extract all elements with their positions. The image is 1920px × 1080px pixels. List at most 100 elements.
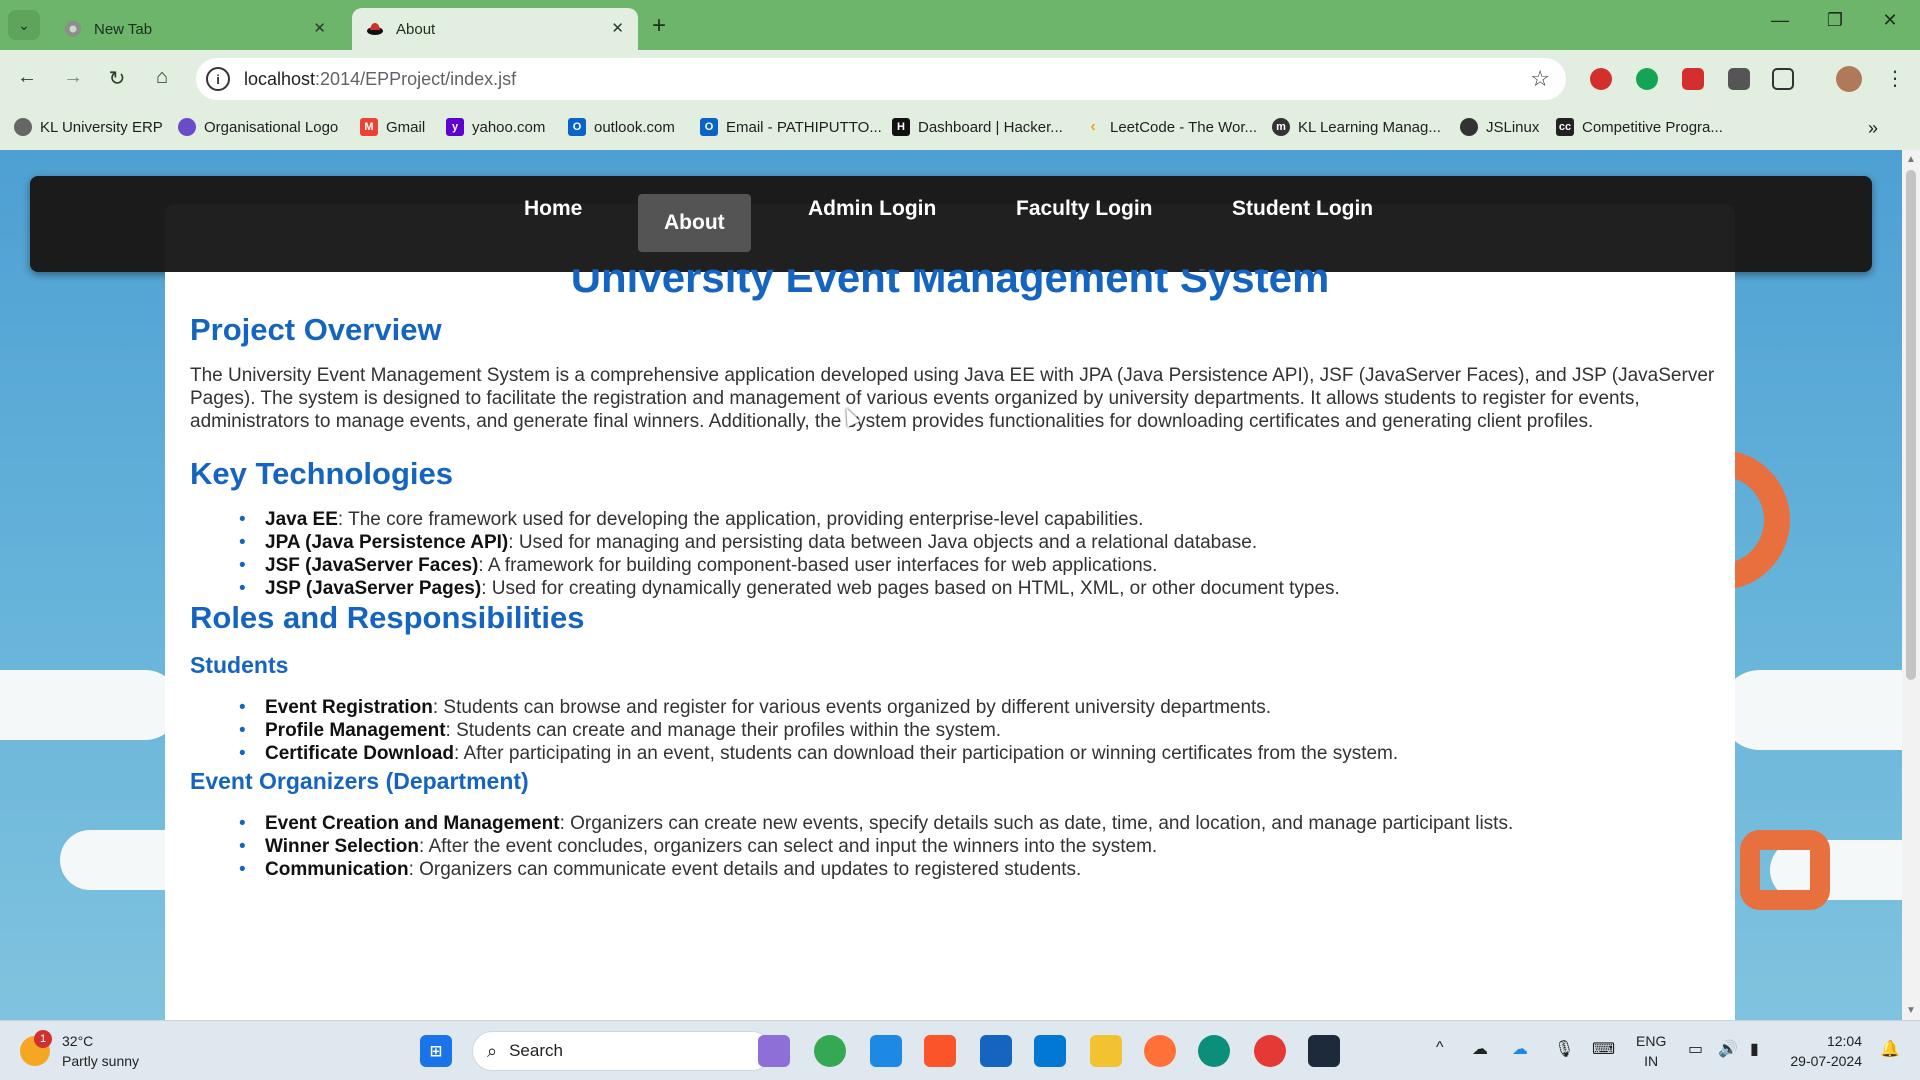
tab-title: New Tab [94, 20, 153, 38]
windows-start-icon[interactable]: ⊞ [420, 1035, 452, 1067]
tab-new-tab[interactable]: New Tab ✕ [50, 8, 340, 50]
terminal-icon[interactable] [1308, 1035, 1340, 1067]
microphone-icon[interactable]: 🎙 [1554, 1039, 1574, 1059]
search-icon: ⌕ [487, 1040, 498, 1061]
chrome-icon [65, 21, 81, 37]
clock[interactable]: 12:04 29-07-2024 [1790, 1031, 1862, 1071]
restore-icon[interactable]: ❐ [1815, 10, 1855, 31]
onedrive-icon[interactable]: ☁ [1472, 1039, 1488, 1059]
bookmark-label: yahoo.com [472, 118, 546, 136]
leetcode-icon: ‹ [1090, 118, 1096, 135]
list-item-term: Event Creation and Management [265, 813, 560, 834]
minimize-icon[interactable]: — [1760, 10, 1800, 31]
list-item-desc: : Used for creating dynamically generate… [481, 578, 1340, 599]
app-icon[interactable] [1254, 1035, 1286, 1067]
gmail-extension-icon[interactable] [1590, 68, 1612, 90]
firefox-icon[interactable] [1144, 1035, 1176, 1067]
students-heading: Students [190, 652, 289, 678]
list-item-term: Winner Selection [265, 836, 419, 857]
extensions-puzzle-icon[interactable] [1772, 68, 1794, 90]
bookmark-item[interactable]: y yahoo.com [446, 118, 545, 136]
bookmark-item[interactable]: JSLinux [1460, 118, 1539, 136]
close-tab-icon[interactable]: ✕ [611, 19, 624, 37]
keyboard-icon[interactable]: ⌨ [1592, 1039, 1615, 1059]
tab-strip: ⌄ New Tab ✕ About ✕ + — ❐ ✕ [0, 0, 1920, 50]
copilot-icon[interactable] [758, 1035, 790, 1067]
forward-icon[interactable]: → [58, 66, 88, 89]
nav-student-login[interactable]: Student Login [1206, 180, 1399, 238]
site-info-icon[interactable]: i [206, 67, 230, 91]
address-bar[interactable]: i localhost:2014/EPProject/index.jsf ☆ [196, 58, 1566, 100]
bookmark-item[interactable]: Ooutlook.com [568, 118, 675, 136]
bookmark-label: KL Learning Manag... [1298, 118, 1441, 136]
scrollbar-thumb[interactable] [1906, 170, 1916, 680]
bookmark-item[interactable]: M Gmail [360, 118, 425, 136]
menu-dots-icon[interactable]: ⋮ [1880, 66, 1910, 91]
tab-search-button[interactable]: ⌄ [8, 10, 40, 40]
bookmark-label: Email - PATHIPUTTO... [726, 118, 882, 136]
list-item-desc: : The core framework used for developing… [337, 509, 1144, 530]
extension-off-icon[interactable] [1728, 68, 1750, 90]
weather-widget[interactable]: 1 32°C Partly sunny [20, 1030, 139, 1071]
nav-faculty-login[interactable]: Faculty Login [990, 180, 1179, 238]
clock-date: 29-07-2024 [1790, 1053, 1862, 1069]
pdf-extension-icon[interactable] [1682, 68, 1704, 90]
bookmark-item[interactable]: KL University ERP [14, 118, 163, 136]
bookmark-item[interactable]: ‹ LeetCode - The Wor... [1084, 118, 1257, 136]
url-path: :2014/EPProject/index.jsf [315, 68, 517, 89]
bookmarks-bar: KL University ERP Organisational Logo MG… [0, 108, 1920, 150]
nav-home[interactable]: Home [498, 180, 608, 238]
list-item: Event Creation and Management: Organizer… [235, 812, 1715, 835]
bookmark-item[interactable]: H Dashboard | Hacker... [892, 118, 1063, 136]
browser-taskbar-icon[interactable] [870, 1035, 902, 1067]
list-item: Communication: Organizers can communicat… [235, 858, 1715, 881]
clock-time: 12:04 [1826, 1033, 1862, 1049]
bookmark-item[interactable]: O Email - PATHIPUTTO... [700, 118, 882, 136]
edge-icon[interactable] [1198, 1035, 1230, 1067]
bookmark-label: KL University ERP [40, 118, 163, 136]
list-item-term: JSF (JavaServer Faces) [265, 555, 479, 576]
language-code: ENG [1636, 1033, 1667, 1049]
scroll-down-icon[interactable]: ▼ [1906, 1005, 1916, 1016]
outlook-icon: O [568, 118, 586, 136]
store-icon[interactable] [980, 1035, 1012, 1067]
home-icon[interactable]: ⌂ [147, 66, 177, 89]
tab-title: About [396, 20, 436, 38]
organizers-list: Event Creation and Management: Organizer… [235, 812, 1715, 881]
page-scrollbar[interactable]: ▲ ▼ [1902, 150, 1920, 1020]
notification-bell-icon[interactable]: 🔔 [1880, 1039, 1900, 1059]
bookmark-item[interactable]: Organisational Logo [178, 118, 338, 136]
tab-about[interactable]: About ✕ [352, 8, 638, 50]
cloud-icon[interactable]: ☁ [1512, 1039, 1528, 1059]
cloud-decoration [1720, 670, 1902, 750]
vscode-icon[interactable] [1034, 1035, 1066, 1067]
taskbar-search[interactable]: ⌕ Search [472, 1031, 772, 1071]
file-explorer-icon[interactable] [1090, 1035, 1122, 1067]
close-tab-icon[interactable]: ✕ [313, 19, 326, 37]
new-tab-button[interactable]: + [652, 12, 666, 40]
brave-icon[interactable] [924, 1035, 956, 1067]
bookmark-star-icon[interactable]: ☆ [1530, 66, 1550, 92]
region-code: IN [1644, 1053, 1659, 1069]
reload-icon[interactable]: ↻ [102, 66, 132, 91]
grammarly-extension-icon[interactable] [1636, 68, 1658, 90]
bookmark-item[interactable]: m KL Learning Manag... [1272, 118, 1441, 136]
chevron-up-icon[interactable]: ^ [1436, 1039, 1444, 1057]
cc-icon: cc [1556, 118, 1574, 136]
profile-avatar[interactable] [1836, 66, 1862, 92]
scroll-up-icon[interactable]: ▲ [1906, 154, 1916, 165]
battery-icon[interactable]: ▮ [1750, 1039, 1759, 1059]
language-indicator[interactable]: ENG IN [1636, 1031, 1666, 1071]
globe-icon [1460, 118, 1478, 136]
network-icon[interactable]: ▭ [1688, 1039, 1703, 1059]
bookmark-item[interactable]: cc Competitive Progra... [1556, 118, 1723, 136]
close-window-icon[interactable]: ✕ [1870, 10, 1910, 31]
volume-icon[interactable]: 🔊 [1718, 1039, 1738, 1059]
nav-admin-login[interactable]: Admin Login [782, 180, 962, 238]
back-icon[interactable]: ← [12, 66, 42, 89]
nav-about[interactable]: About [638, 194, 751, 252]
chrome-taskbar-icon[interactable] [814, 1035, 846, 1067]
more-bookmarks-icon[interactable]: » [1868, 118, 1878, 139]
list-item-term: JSP (JavaServer Pages) [265, 578, 482, 599]
list-item-desc: : Students can browse and register for v… [432, 697, 1272, 718]
